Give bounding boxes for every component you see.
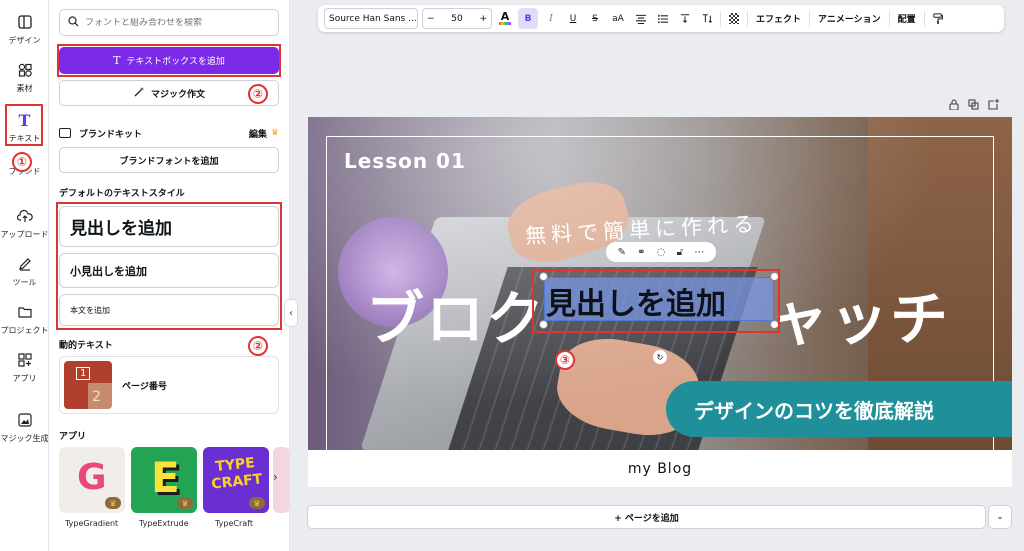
italic-button[interactable]: I	[542, 8, 560, 29]
spacing-icon[interactable]	[676, 8, 694, 29]
add-heading-button[interactable]: 見出しを追加	[59, 206, 279, 247]
left-rail: デザイン 素材 T テキスト ブランド アップロード ツール プロジェクト アプ…	[0, 0, 49, 551]
text-panel: T テキストボックスを追加 マジック作文 ブランドキット 編集 ♛ ブランドフォ…	[49, 0, 290, 551]
transparency-icon[interactable]	[725, 8, 743, 29]
design-canvas[interactable]: Lesson 01 無料で簡単に作れる ブロク ャッチ ✎ ⚭ ◌ 🔓︎ ⋯ 見…	[308, 117, 1012, 487]
rail-item-text[interactable]: T テキスト	[0, 110, 49, 144]
page-number-thumbnail: 1 2	[64, 361, 112, 409]
paint-roller-icon[interactable]	[929, 8, 947, 29]
app-tile-typeextrude[interactable]: E ♛	[131, 447, 197, 513]
align-center-icon[interactable]	[632, 8, 650, 29]
color-bar	[499, 22, 511, 25]
default-styles-title: デフォルトのテキストスタイル	[59, 189, 185, 199]
add-body-text-button[interactable]: 本文を追加	[59, 294, 279, 326]
page-actions	[949, 99, 999, 113]
brand-kit-header: ブランドキット 編集 ♛	[59, 126, 279, 140]
bold-button[interactable]: B	[518, 8, 538, 29]
crown-icon: ♛	[270, 128, 279, 138]
text-toolbar: Source Han Sans ... − 50 + A B I U S aA …	[318, 5, 1004, 32]
element-context-toolbar: ✎ ⚭ ◌ 🔓︎ ⋯	[606, 242, 716, 262]
add-page-icon[interactable]	[988, 99, 999, 113]
add-brand-font-button[interactable]: ブランドフォントを追加	[59, 147, 279, 173]
annotation-number-2b: ②	[248, 336, 268, 356]
brand-kit-edit-link[interactable]: 編集	[249, 127, 267, 140]
annotation-box-3	[532, 269, 780, 333]
list-icon[interactable]	[654, 8, 672, 29]
app-tile-typecraft[interactable]: TYPE CRAFT ♛	[203, 447, 269, 513]
page-number-card[interactable]: 1 2 ページ番号	[59, 356, 279, 414]
add-textbox-button[interactable]: T テキストボックスを追加	[59, 47, 279, 74]
crown-icon: ♛	[105, 497, 121, 509]
crown-icon: ♛	[177, 497, 193, 509]
annotation-number-1: ①	[12, 152, 32, 172]
apps-title: アプリ	[59, 432, 87, 442]
more-icon[interactable]: ⋯	[694, 247, 704, 258]
chevron-down-icon: ⌄	[996, 512, 1004, 522]
rail-item-projects[interactable]: プロジェクト	[0, 302, 49, 336]
rotate-handle-icon[interactable]: ↻	[653, 350, 667, 364]
chevron-left-icon: ‹	[289, 307, 293, 319]
letter-case-button[interactable]: aA	[608, 8, 628, 29]
toolbar-separator	[747, 10, 748, 27]
rail-item-apps[interactable]: アプリ	[0, 350, 49, 384]
layout-icon	[15, 12, 35, 32]
annotation-number-3: ③	[555, 350, 575, 370]
strikethrough-button[interactable]: S	[586, 8, 604, 29]
font-search-input[interactable]	[85, 17, 265, 28]
text-icon: T	[113, 54, 121, 67]
main-title-left[interactable]: ブロク	[366, 272, 546, 356]
add-subheading-button[interactable]: 小見出しを追加	[59, 253, 279, 288]
toolbar-separator	[923, 10, 925, 27]
toolbar-separator	[720, 10, 721, 27]
position-button[interactable]: 配置	[894, 8, 920, 29]
add-page-dropdown[interactable]: ⌄	[988, 505, 1012, 529]
footer-text[interactable]: my Blog	[308, 450, 1012, 487]
magic-write-button[interactable]: マジック作文	[59, 80, 279, 106]
folder-icon	[15, 302, 35, 322]
rail-item-magic-media[interactable]: マジック生成	[0, 410, 49, 444]
dynamic-text-title: 動的テキスト	[59, 341, 113, 351]
font-search-box[interactable]	[59, 9, 279, 36]
search-icon	[68, 15, 79, 30]
animation-button[interactable]: アニメーション	[814, 8, 885, 29]
effects-button[interactable]: エフェクト	[752, 8, 805, 29]
main-title-right[interactable]: ャッチ	[770, 272, 950, 356]
underline-button[interactable]: U	[564, 8, 582, 29]
add-page-button[interactable]: + ページを追加	[307, 505, 986, 529]
annotation-number-2a: ②	[248, 84, 268, 104]
lock-icon[interactable]	[949, 99, 959, 113]
vertical-text-icon[interactable]	[698, 8, 716, 29]
comment-icon[interactable]: ◌	[657, 247, 666, 258]
collapse-panel-button[interactable]: ‹	[284, 299, 298, 327]
lesson-text[interactable]: Lesson 01	[344, 149, 466, 173]
crown-icon: ♛	[249, 497, 265, 509]
banner-text[interactable]: デザインのコツを徹底解説	[666, 381, 1012, 437]
rail-item-design[interactable]: デザイン	[0, 12, 49, 46]
pen-icon	[15, 254, 35, 274]
magic-icon	[15, 410, 35, 430]
toolbar-separator	[888, 10, 890, 27]
lock-icon[interactable]: 🔓︎	[677, 247, 683, 258]
font-family-dropdown[interactable]: Source Han Sans ...	[324, 8, 418, 29]
font-size-increase[interactable]: +	[479, 14, 487, 24]
app-tile-typegradient[interactable]: G ♛	[59, 447, 125, 513]
font-size-decrease[interactable]: −	[427, 14, 435, 24]
apps-icon	[15, 350, 35, 370]
magic-edit-icon[interactable]: ✎	[618, 247, 626, 258]
rail-item-tools[interactable]: ツール	[0, 254, 49, 288]
duplicate-icon[interactable]	[968, 99, 979, 113]
magic-wand-icon	[133, 86, 145, 101]
rail-item-elements[interactable]: 素材	[0, 60, 49, 94]
text-color-button[interactable]: A	[496, 8, 514, 29]
shapes-icon	[15, 60, 35, 80]
brand-kit-icon	[59, 128, 71, 138]
upload-icon	[15, 206, 35, 226]
link-icon[interactable]: ⚭	[637, 247, 645, 258]
toolbar-separator	[809, 10, 811, 27]
text-icon: T	[18, 110, 31, 130]
rail-item-upload[interactable]: アップロード	[0, 206, 49, 240]
font-size-stepper[interactable]: − 50 +	[422, 8, 492, 29]
chevron-right-icon[interactable]: ›	[273, 470, 278, 484]
font-size-value[interactable]: 50	[451, 14, 462, 24]
